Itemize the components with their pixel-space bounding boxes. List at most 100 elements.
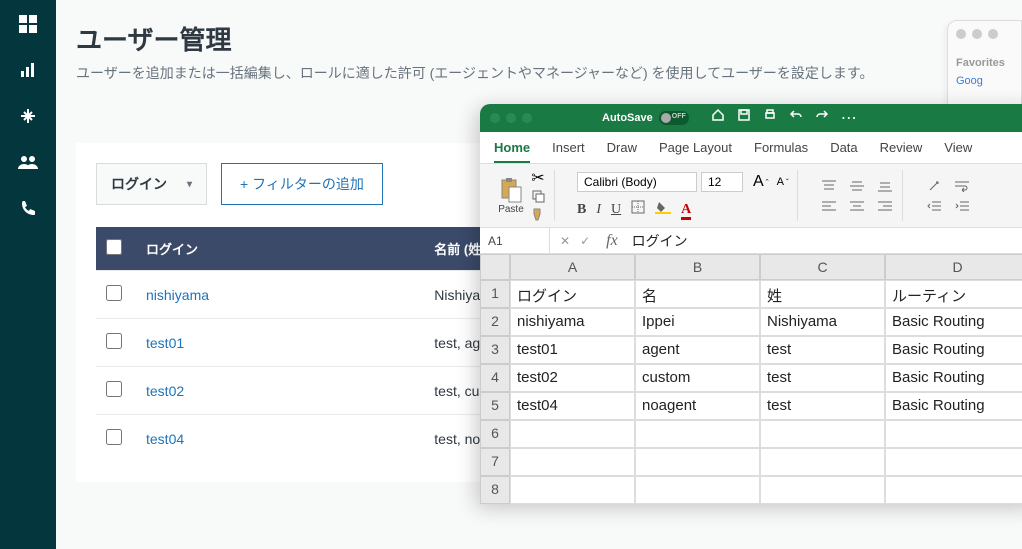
name-box[interactable]: A1 <box>480 228 550 253</box>
cell[interactable]: Basic Routing <box>885 392 1022 420</box>
autosave-toggle[interactable]: OFF <box>659 111 689 125</box>
row-header[interactable]: 2 <box>480 308 510 336</box>
row-checkbox[interactable] <box>106 285 122 301</box>
cell[interactable]: test <box>760 392 885 420</box>
cell[interactable] <box>885 476 1022 504</box>
window-controls[interactable] <box>956 29 1013 39</box>
undo-icon[interactable] <box>789 108 803 122</box>
bold-button[interactable]: B <box>577 202 586 218</box>
align-center-icon[interactable] <box>848 199 866 213</box>
row-header[interactable]: 1 <box>480 280 510 308</box>
login-link[interactable]: test04 <box>146 431 184 447</box>
cell[interactable]: nishiyama <box>510 308 635 336</box>
ribbon-tab-insert[interactable]: Insert <box>552 140 585 163</box>
cell[interactable] <box>635 448 760 476</box>
underline-button[interactable]: U <box>611 202 621 218</box>
cell[interactable]: test <box>760 336 885 364</box>
column-header[interactable]: D <box>885 254 1022 280</box>
traffic-lights[interactable] <box>490 113 532 123</box>
row-checkbox[interactable] <box>106 381 122 397</box>
login-link[interactable]: nishiyama <box>146 287 209 303</box>
cell[interactable] <box>510 420 635 448</box>
format-painter-icon[interactable] <box>530 207 546 221</box>
fill-color-button[interactable] <box>655 200 671 219</box>
row-header[interactable]: 7 <box>480 448 510 476</box>
decrease-indent-icon[interactable] <box>925 199 943 213</box>
analytics-icon[interactable] <box>18 60 38 80</box>
ribbon-tab-home[interactable]: Home <box>494 140 530 163</box>
cell[interactable] <box>635 476 760 504</box>
row-checkbox[interactable] <box>106 333 122 349</box>
spreadsheet-grid[interactable]: ABCD1ログイン名姓ルーティン2nishiyamaIppeiNishiyama… <box>480 254 1022 504</box>
cell[interactable]: Basic Routing <box>885 364 1022 392</box>
home-icon[interactable] <box>711 108 725 122</box>
column-header[interactable]: C <box>760 254 885 280</box>
more-icon[interactable]: ⋯ <box>841 108 857 128</box>
formula-input[interactable]: ログイン <box>624 231 696 251</box>
cell[interactable]: agent <box>635 336 760 364</box>
cell[interactable]: 名 <box>635 280 760 308</box>
font-size-select[interactable]: 12 <box>701 172 743 192</box>
cell[interactable]: 姓 <box>760 280 885 308</box>
cell[interactable]: test04 <box>510 392 635 420</box>
border-button[interactable] <box>631 200 645 219</box>
cell[interactable]: test <box>760 364 885 392</box>
dashboard-icon[interactable] <box>18 14 38 34</box>
add-filter-button[interactable]: + フィルターの追加 <box>221 163 383 205</box>
cell[interactable]: Nishiyama <box>760 308 885 336</box>
cell[interactable] <box>760 448 885 476</box>
row-checkbox[interactable] <box>106 429 122 445</box>
ribbon-tab-data[interactable]: Data <box>830 140 857 163</box>
cell[interactable] <box>885 448 1022 476</box>
font-color-button[interactable]: A <box>681 202 691 218</box>
confirm-formula-icon[interactable]: ✓ <box>580 234 590 248</box>
fx-icon[interactable]: fx <box>600 232 624 250</box>
ribbon-tab-review[interactable]: Review <box>880 140 923 163</box>
font-family-select[interactable]: Calibri (Body) <box>577 172 697 192</box>
row-header[interactable]: 5 <box>480 392 510 420</box>
cell[interactable]: ルーティン <box>885 280 1022 308</box>
ribbon-tab-page-layout[interactable]: Page Layout <box>659 140 732 163</box>
increase-font-icon[interactable]: Aˆ <box>753 173 769 191</box>
align-right-icon[interactable] <box>876 199 894 213</box>
print-icon[interactable] <box>763 108 777 122</box>
save-icon[interactable] <box>737 108 751 122</box>
cell[interactable]: ログイン <box>510 280 635 308</box>
cell[interactable] <box>760 420 885 448</box>
cut-icon[interactable]: ✂ <box>530 171 546 185</box>
row-header[interactable]: 6 <box>480 420 510 448</box>
redo-icon[interactable] <box>815 108 829 122</box>
cell[interactable]: test02 <box>510 364 635 392</box>
cell[interactable] <box>760 476 885 504</box>
cell[interactable]: custom <box>635 364 760 392</box>
select-all-checkbox[interactable] <box>106 239 122 255</box>
cell[interactable] <box>510 476 635 504</box>
wrap-text-icon[interactable] <box>953 179 971 193</box>
cell[interactable]: test01 <box>510 336 635 364</box>
cell[interactable] <box>885 420 1022 448</box>
row-header[interactable]: 3 <box>480 336 510 364</box>
ribbon-tab-draw[interactable]: Draw <box>607 140 637 163</box>
column-header[interactable]: A <box>510 254 635 280</box>
cell[interactable]: Basic Routing <box>885 336 1022 364</box>
row-header[interactable]: 4 <box>480 364 510 392</box>
align-left-icon[interactable] <box>820 199 838 213</box>
align-bottom-icon[interactable] <box>876 179 894 193</box>
phone-icon[interactable] <box>18 198 38 218</box>
login-link[interactable]: test02 <box>146 383 184 399</box>
increase-indent-icon[interactable] <box>953 199 971 213</box>
cancel-formula-icon[interactable]: ✕ <box>560 234 570 248</box>
favorites-item[interactable]: Goog <box>956 75 1013 87</box>
autosave-control[interactable]: AutoSave OFF <box>602 111 689 125</box>
orientation-icon[interactable] <box>925 179 943 193</box>
paste-button[interactable]: Paste <box>498 176 524 215</box>
cell[interactable] <box>510 448 635 476</box>
login-link[interactable]: test01 <box>146 335 184 351</box>
cell[interactable]: Basic Routing <box>885 308 1022 336</box>
copy-icon[interactable] <box>530 189 546 203</box>
row-header[interactable]: 8 <box>480 476 510 504</box>
cell[interactable] <box>635 420 760 448</box>
cell[interactable]: noagent <box>635 392 760 420</box>
integration-icon[interactable] <box>18 106 38 126</box>
login-dropdown[interactable]: ログイン <box>96 163 207 205</box>
